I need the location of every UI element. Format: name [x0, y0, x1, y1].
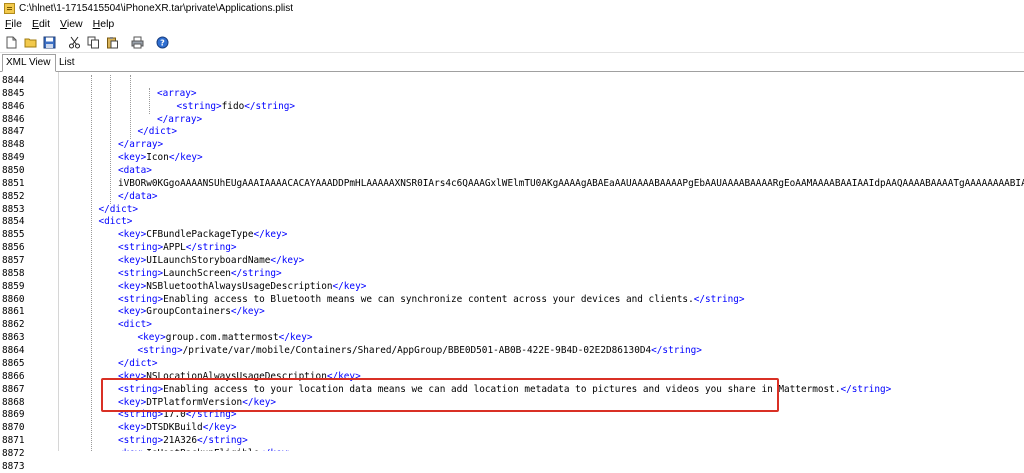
menu-bar: File Edit View Help — [0, 16, 1024, 31]
copy-icon[interactable] — [85, 34, 101, 50]
line-number: 8850 — [2, 165, 25, 177]
line-number-gutter: 8844 8845 8846 8846 8847 8848 8849 8850 8851 8852… — [0, 72, 59, 472]
save-icon[interactable] — [41, 34, 57, 50]
xml-line: iVBORw0KGgoAAAANSUhEUgAAAIAAAACACAYAAADD… — [118, 177, 1024, 189]
line-number: 8855 — [2, 229, 25, 241]
toolbar: ? — [0, 32, 1024, 53]
new-file-icon[interactable] — [3, 34, 19, 50]
view-tabs: XML View List View — [0, 53, 1024, 84]
line-number: 8846 — [2, 100, 25, 112]
xml-line: <key>Icon</key> — [118, 152, 203, 164]
tree-guide-line — [90, 75, 92, 451]
line-number: 8869 — [2, 409, 25, 421]
tab-xml-view[interactable]: XML View — [2, 54, 56, 72]
xml-line: <dict> — [98, 216, 133, 228]
open-folder-icon[interactable] — [22, 34, 38, 50]
line-number: 8844 — [2, 75, 25, 86]
menu-view[interactable]: View — [55, 18, 88, 30]
line-number: 8863 — [2, 332, 25, 344]
line-number: 8848 — [2, 139, 25, 151]
menu-file[interactable]: File — [0, 18, 27, 30]
tree-guide-line — [129, 75, 131, 140]
xml-line: <data> — [118, 165, 152, 177]
xml-line: </dict> — [98, 203, 139, 215]
line-number: 8861 — [2, 306, 25, 318]
line-number: 8852 — [2, 190, 25, 202]
window-title: C:\hlnet\1-1715415504\iPhoneXR.tar\priva… — [19, 2, 294, 14]
line-number: 8847 — [2, 126, 25, 138]
xml-line: <dict> — [118, 319, 152, 331]
line-number: 8860 — [2, 293, 25, 305]
line-number: 8851 — [2, 177, 25, 189]
xml-line: <string>/private/var/mobile/Containers/S… — [137, 345, 702, 357]
tree-guide-line — [110, 75, 111, 204]
tree-guide-line — [149, 87, 150, 114]
plist-file-icon — [4, 2, 15, 14]
line-number: 8845 — [2, 87, 25, 99]
line-number: 8872 — [2, 447, 25, 459]
line-number: 8849 — [2, 152, 25, 164]
line-number: 8864 — [2, 345, 25, 357]
title-bar: C:\hlnet\1-1715415504\iPhoneXR.tar\priva… — [0, 0, 1024, 16]
xml-line: <string>fido</string> — [176, 100, 296, 112]
red-highlight-box — [101, 378, 779, 412]
line-number: 8871 — [2, 435, 25, 447]
help-icon[interactable]: ? — [154, 34, 170, 50]
xml-line: <string>Enabling access to Bluetooth mea… — [118, 293, 745, 305]
xml-line: <string>APPL</string> — [118, 242, 237, 254]
xml-line: <key>group.com.mattermost</key> — [137, 332, 313, 344]
line-number: 8866 — [2, 370, 25, 382]
xml-line: <string>LaunchScreen</string> — [118, 267, 282, 279]
menu-help[interactable]: Help — [88, 18, 120, 30]
line-number: 8868 — [2, 396, 25, 408]
xml-line: <key>UILaunchStoryboardName</key> — [118, 255, 305, 267]
line-number: 8859 — [2, 280, 25, 292]
line-number: 8856 — [2, 242, 25, 254]
line-number: 8873 — [2, 460, 25, 472]
xml-line: </data> — [118, 190, 158, 202]
line-number: 8846 — [2, 113, 25, 125]
xml-line: </array> — [118, 139, 164, 151]
xml-line: </dict> — [137, 126, 178, 138]
xml-line: <key>GroupContainers</key> — [118, 306, 265, 318]
line-number: 8867 — [2, 383, 25, 395]
tab-list-view[interactable]: List View — [56, 55, 100, 84]
xml-line: <key>DTSDKBuild</key> — [118, 422, 237, 434]
cut-icon[interactable] — [66, 34, 82, 50]
xml-line: </array> — [157, 113, 203, 125]
xml-line: <string>21A326</string> — [118, 435, 248, 447]
xml-line: <array> — [157, 87, 197, 99]
line-number: 8854 — [2, 216, 25, 228]
xml-line: <key>CFBundlePackageType</key> — [118, 229, 288, 241]
line-number: 8857 — [2, 255, 25, 267]
svg-text:?: ? — [160, 38, 165, 47]
xml-line: <key>NSBluetoothAlwaysUsageDescription</… — [118, 280, 367, 292]
line-number: 8870 — [2, 422, 25, 434]
menu-edit[interactable]: Edit — [27, 18, 55, 30]
line-number: 8853 — [2, 203, 25, 215]
xml-line: </dict> — [118, 357, 158, 369]
xml-editor[interactable]: 8844 8845 8846 8846 8847 8848 8849 8850 8851 8852… — [0, 72, 1024, 472]
paste-icon[interactable] — [104, 34, 120, 50]
line-number: 8858 — [2, 267, 25, 279]
line-number: 8862 — [2, 319, 25, 331]
print-icon[interactable] — [129, 34, 145, 50]
line-number: 8865 — [2, 357, 25, 369]
